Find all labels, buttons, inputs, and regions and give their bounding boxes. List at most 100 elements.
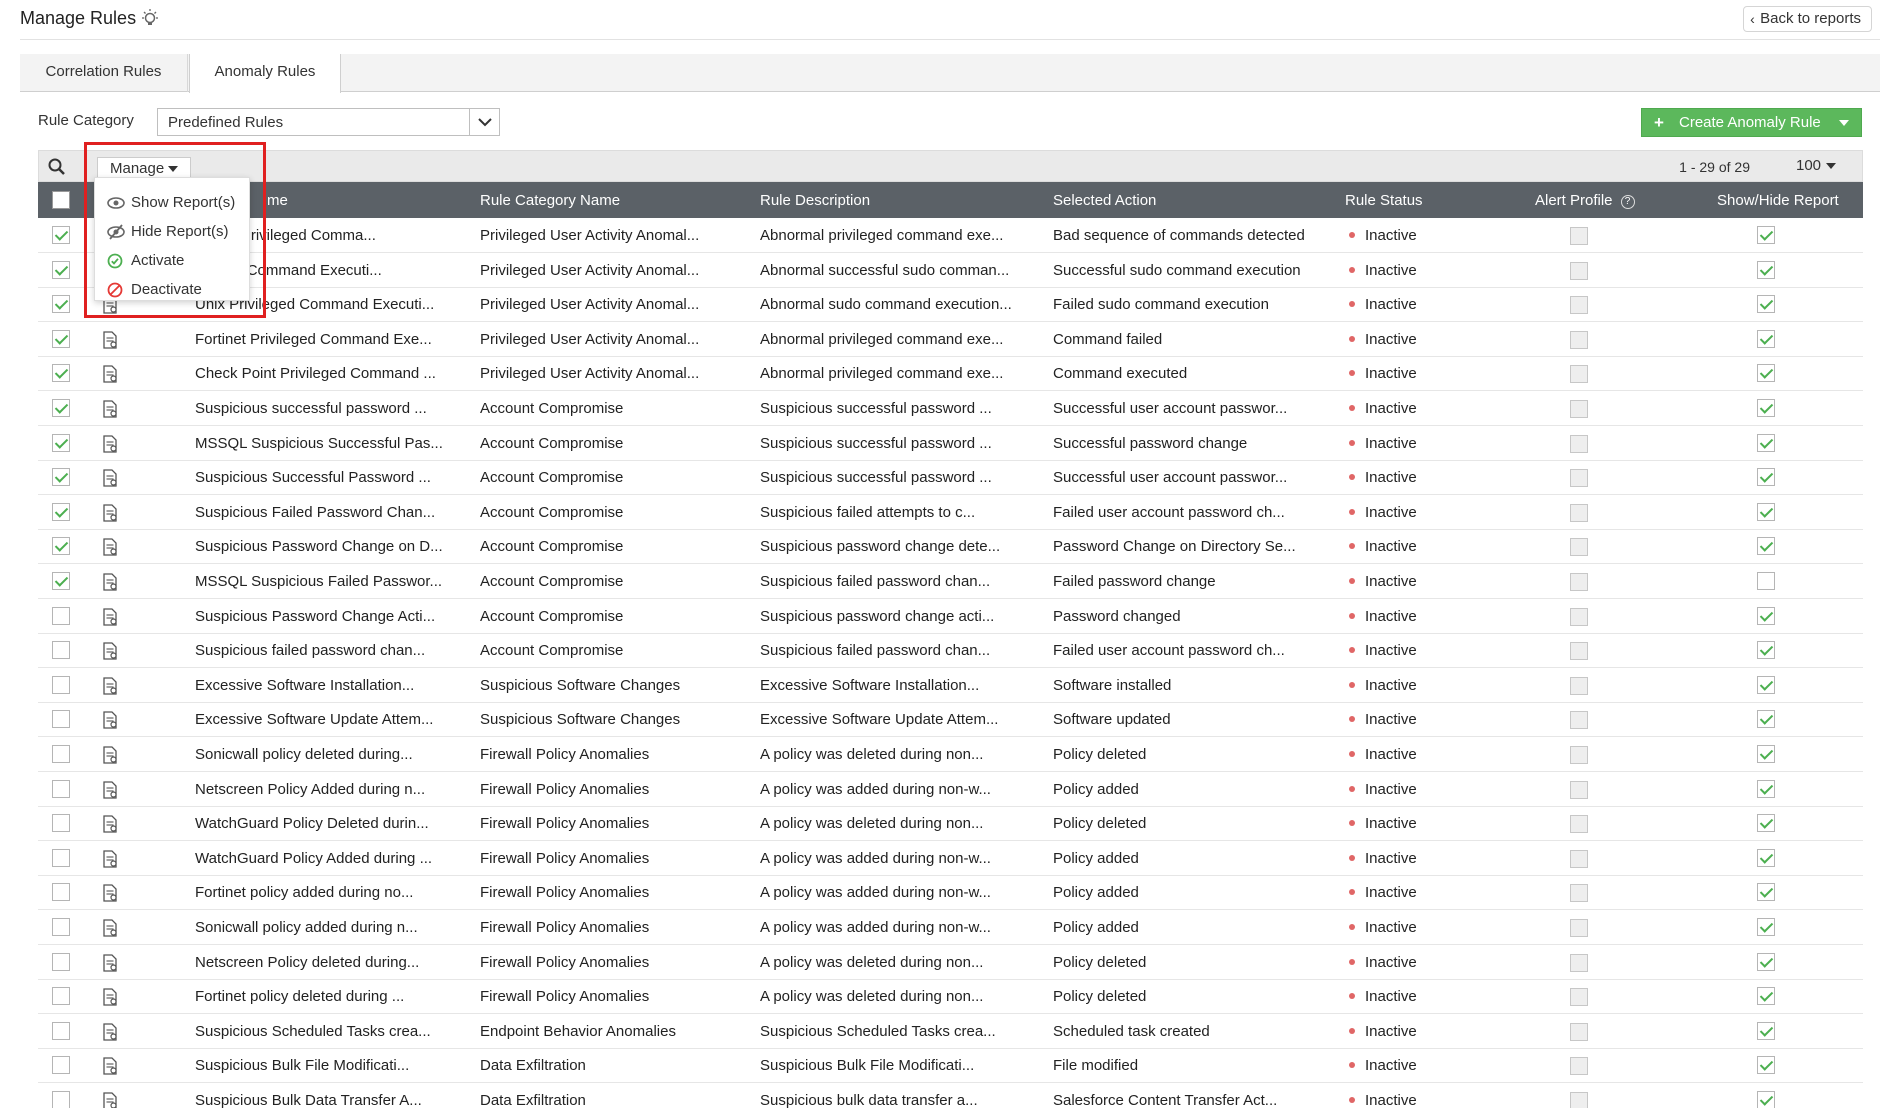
report-icon[interactable] [101,954,119,972]
row-checkbox[interactable] [52,503,70,521]
report-icon[interactable] [101,746,119,764]
table-row[interactable]: Suspicious Password Change on D... Accoun… [38,529,1863,564]
report-icon[interactable] [101,365,119,383]
show-report-checkbox[interactable] [1757,849,1775,867]
column-header-rule-category[interactable]: Rule Category Name [480,192,620,209]
rule-name[interactable]: Sonicwall policy deleted during... [195,746,413,763]
report-icon[interactable] [101,331,119,349]
row-checkbox[interactable] [52,226,70,244]
show-report-checkbox[interactable] [1757,953,1775,971]
row-checkbox[interactable] [52,641,70,659]
column-header-show-hide-report[interactable]: Show/Hide Report [1717,192,1839,209]
rule-name[interactable]: Fortinet policy added during no... [195,884,413,901]
report-icon[interactable] [101,608,119,626]
rule-name[interactable]: Check Point Privileged Command ... [195,365,436,382]
report-icon[interactable] [101,642,119,660]
show-report-checkbox[interactable] [1757,468,1775,486]
tab-anomaly-rules[interactable]: Anomaly Rules [189,54,341,93]
row-checkbox[interactable] [52,883,70,901]
show-report-checkbox[interactable] [1757,987,1775,1005]
row-checkbox[interactable] [52,780,70,798]
row-checkbox[interactable] [52,364,70,382]
show-report-checkbox[interactable] [1757,330,1775,348]
show-report-checkbox[interactable] [1757,434,1775,452]
row-checkbox[interactable] [52,953,70,971]
rule-name[interactable]: Sonicwall policy added during n... [195,919,418,936]
table-row[interactable]: Suspicious Password Change Acti... Accoun… [38,599,1863,634]
row-checkbox[interactable] [52,1022,70,1040]
rule-name[interactable]: Fortinet Privileged Command Exe... [195,331,432,348]
show-report-checkbox[interactable] [1757,261,1775,279]
row-checkbox[interactable] [52,745,70,763]
table-row[interactable]: Netscreen Policy deleted during... Firewa… [38,945,1863,980]
show-report-checkbox[interactable] [1757,883,1775,901]
row-checkbox[interactable] [52,1091,70,1108]
report-icon[interactable] [101,573,119,591]
table-row[interactable]: Netscreen Policy Added during n... Firewa… [38,772,1863,807]
rule-name[interactable]: Suspicious Password Change Acti... [195,608,435,625]
show-report-checkbox[interactable] [1757,503,1775,521]
table-row[interactable]: Suspicious Successful Password ... Accoun… [38,460,1863,495]
row-checkbox[interactable] [52,330,70,348]
table-row[interactable]: Fortinet policy added during no... Firewa… [38,875,1863,910]
table-row[interactable]: vileged Command Executi... Privileged Use… [38,253,1863,288]
rule-category-select[interactable]: Predefined Rules [157,108,500,136]
report-icon[interactable] [101,435,119,453]
rule-name[interactable]: Suspicious Bulk Data Transfer A... [195,1092,422,1108]
table-row[interactable]: Suspicious successful password ... Accoun… [38,391,1863,426]
column-header-alert-profile[interactable]: Alert Profile? [1535,192,1635,209]
show-report-checkbox[interactable] [1757,295,1775,313]
row-checkbox[interactable] [52,607,70,625]
row-checkbox[interactable] [52,399,70,417]
show-report-checkbox[interactable] [1757,745,1775,763]
show-report-checkbox[interactable] [1757,814,1775,832]
table-row[interactable]: WatchGuard Policy Deleted durin... Firewa… [38,806,1863,841]
help-icon[interactable]: ? [1620,195,1635,209]
row-checkbox[interactable] [52,710,70,728]
table-row[interactable]: Suspicious Bulk Data Transfer A... Data E… [38,1083,1863,1108]
row-checkbox[interactable] [52,1056,70,1074]
report-icon[interactable] [101,711,119,729]
report-icon[interactable] [101,815,119,833]
report-icon[interactable] [101,677,119,695]
column-header-rule-description[interactable]: Rule Description [760,192,870,209]
table-row[interactable]: Excessive Software Update Attem... Suspic… [38,702,1863,737]
search-icon[interactable] [47,157,67,177]
show-report-checkbox[interactable] [1757,399,1775,417]
chevron-down-icon[interactable] [469,109,499,135]
per-page-select[interactable]: 100 [1786,155,1852,179]
row-checkbox[interactable] [52,295,70,313]
rule-name[interactable]: Suspicious Failed Password Chan... [195,504,435,521]
column-header-selected-action[interactable]: Selected Action [1053,192,1156,209]
table-row[interactable]: Excessive Software Installation... Suspic… [38,668,1863,703]
row-checkbox[interactable] [52,918,70,936]
rule-name[interactable]: Suspicious successful password ... [195,400,427,417]
select-all-checkbox[interactable] [52,191,70,209]
show-report-checkbox[interactable] [1757,537,1775,555]
rule-name[interactable]: MSSQL Suspicious Successful Pas... [195,435,443,452]
show-report-checkbox[interactable] [1757,607,1775,625]
table-row[interactable]: Unix Privileged Command Executi... Privil… [38,287,1863,322]
show-report-checkbox[interactable] [1757,1091,1775,1108]
table-row[interactable]: Sonicwall policy added during n... Firewa… [38,910,1863,945]
rule-name[interactable]: Suspicious Bulk File Modificati... [195,1057,409,1074]
table-row[interactable]: Fortinet policy deleted during ... Firewa… [38,979,1863,1014]
row-checkbox[interactable] [52,537,70,555]
table-row[interactable]: Suspicious Bulk File Modificati... Data E… [38,1048,1863,1083]
table-row[interactable]: Suspicious failed password chan... Accoun… [38,633,1863,668]
rule-name[interactable]: MSSQL Suspicious Failed Passwor... [195,573,442,590]
report-icon[interactable] [101,504,119,522]
row-checkbox[interactable] [52,987,70,1005]
report-icon[interactable] [101,1092,119,1108]
rule-name[interactable]: Suspicious Scheduled Tasks crea... [195,1023,431,1040]
rule-name[interactable]: Excessive Software Installation... [195,677,414,694]
report-icon[interactable] [101,919,119,937]
table-row[interactable]: MSSQL Suspicious Successful Pas... Accoun… [38,426,1863,461]
report-icon[interactable] [101,988,119,1006]
rule-name[interactable]: Suspicious Password Change on D... [195,538,443,555]
report-icon[interactable] [101,400,119,418]
rule-name[interactable]: WatchGuard Policy Added during ... [195,850,432,867]
back-to-reports-button[interactable]: ‹ Back to reports [1743,6,1872,32]
show-report-checkbox[interactable] [1757,1022,1775,1040]
show-report-checkbox[interactable] [1757,641,1775,659]
